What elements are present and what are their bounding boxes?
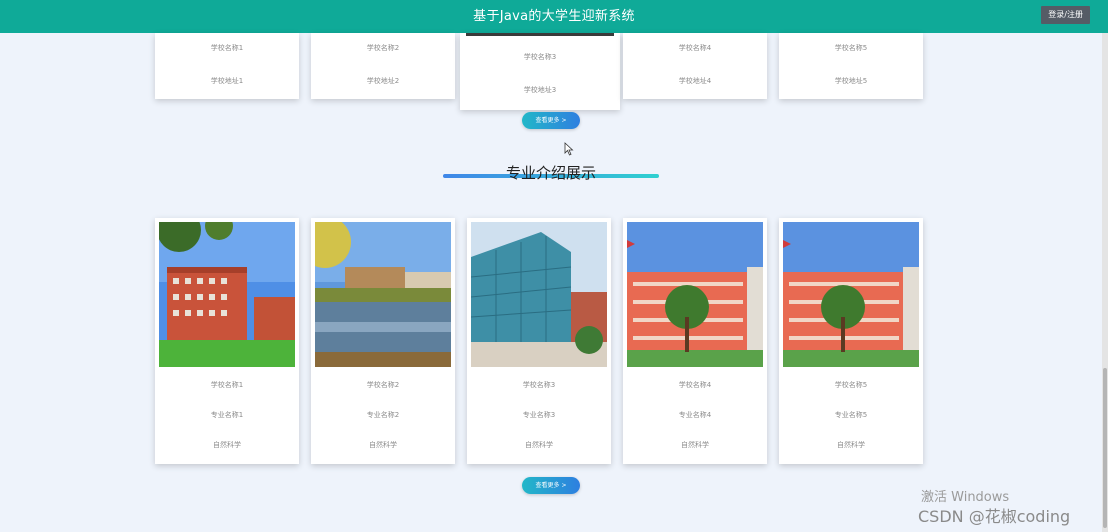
major-card[interactable]: 学校名称1 专业名称1 自然科学	[155, 218, 299, 464]
major-name: 专业名称1	[210, 411, 244, 419]
major-card[interactable]: 学校名称5 专业名称5 自然科学	[779, 218, 923, 464]
campus-photo	[315, 222, 451, 367]
school-name: 学校名称2	[366, 44, 400, 52]
school-card[interactable]: 学校名称4 学校地址4	[623, 33, 767, 99]
campus-photo	[471, 222, 607, 367]
csdn-watermark: CSDN @花椒coding	[918, 507, 1071, 526]
school-address: 学校地址4	[678, 77, 712, 85]
major-name: 专业名称3	[522, 411, 556, 419]
school-card[interactable]: 学校名称5 学校地址5	[779, 33, 923, 99]
major-name: 专业名称4	[678, 411, 712, 419]
major-school-name: 学校名称5	[834, 381, 868, 389]
major-school-name: 学校名称2	[366, 381, 400, 389]
major-category: 自然科学	[369, 441, 397, 449]
major-name: 专业名称5	[834, 411, 868, 419]
major-more-button[interactable]: 查看更多 >	[522, 477, 580, 494]
major-name: 专业名称2	[366, 411, 400, 419]
school-name: 学校名称3	[523, 53, 557, 61]
school-more-button[interactable]: 查看更多 >	[522, 112, 580, 129]
login-register-button[interactable]: 登录/注册	[1041, 6, 1090, 24]
section-title: 专业介绍展示	[505, 164, 596, 182]
school-name: 学校名称4	[678, 44, 712, 52]
major-school-name: 学校名称4	[678, 381, 712, 389]
school-address: 学校地址5	[834, 77, 868, 85]
campus-photo	[783, 222, 919, 367]
school-address: 学校地址3	[523, 86, 557, 94]
page-scrollbar[interactable]	[1102, 33, 1108, 532]
campus-photo	[627, 222, 763, 367]
school-card-hovered[interactable]: 学校名称3 学校地址3	[460, 33, 620, 110]
major-card[interactable]: 学校名称3 专业名称3 自然科学	[467, 218, 611, 464]
major-category: 自然科学	[213, 441, 241, 449]
school-address: 学校地址1	[210, 77, 244, 85]
school-card[interactable]: 学校名称1 学校地址1	[155, 33, 299, 99]
major-school-name: 学校名称1	[210, 381, 244, 389]
school-name: 学校名称5	[834, 44, 868, 52]
mouse-cursor-icon	[564, 142, 574, 156]
school-card[interactable]: 学校名称2 学校地址2	[311, 33, 455, 99]
site-title: 基于Java的大学生迎新系统	[473, 9, 635, 24]
school-name: 学校名称1	[210, 44, 244, 52]
scrollbar-thumb[interactable]	[1103, 368, 1107, 528]
major-category: 自然科学	[525, 441, 553, 449]
major-card[interactable]: 学校名称2 专业名称2 自然科学	[311, 218, 455, 464]
top-header: 基于Java的大学生迎新系统 登录/注册	[0, 0, 1108, 33]
major-category: 自然科学	[681, 441, 709, 449]
school-image	[466, 33, 614, 36]
major-card[interactable]: 学校名称4 专业名称4 自然科学	[623, 218, 767, 464]
major-category: 自然科学	[837, 441, 865, 449]
campus-photo	[159, 222, 295, 367]
school-address: 学校地址2	[366, 77, 400, 85]
major-school-name: 学校名称3	[522, 381, 556, 389]
